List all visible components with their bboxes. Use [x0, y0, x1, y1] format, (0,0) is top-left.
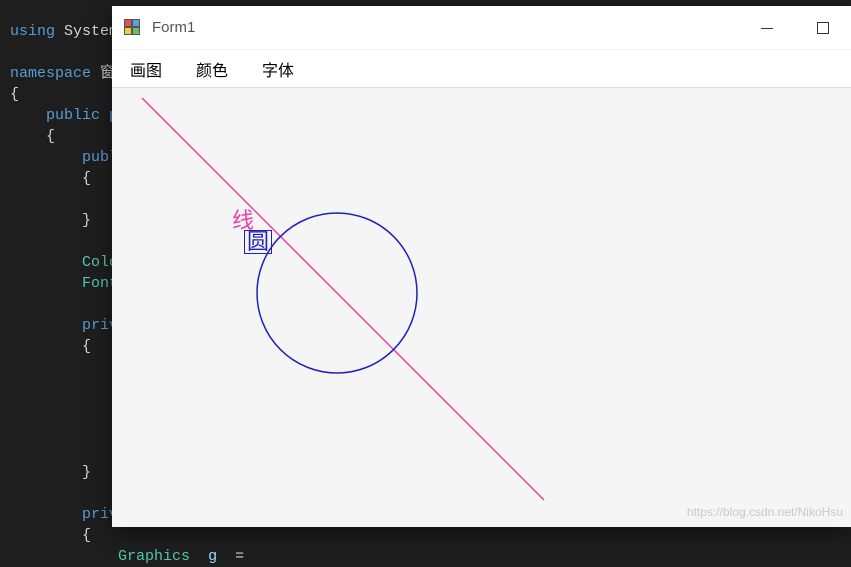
- watermark: https://blog.csdn.net/NikoHsu: [687, 505, 843, 519]
- menu-font[interactable]: 字体: [262, 57, 294, 81]
- canvas[interactable]: 线 圆 https://blog.csdn.net/NikoHsu: [112, 88, 851, 527]
- line-shape: [142, 98, 544, 500]
- window-title: Form1: [152, 19, 195, 36]
- drawing-svg: [112, 88, 851, 527]
- using-keyword: using: [10, 23, 55, 40]
- namespace-keyword: namespace: [10, 65, 91, 82]
- form1-window: Form1 画图 颜色 字体 线 圆 https://blog.csdn.net…: [112, 6, 851, 527]
- window-controls: [739, 6, 851, 50]
- menu-color[interactable]: 颜色: [196, 57, 228, 81]
- titlebar[interactable]: Form1: [112, 6, 851, 50]
- minimize-button[interactable]: [739, 6, 795, 50]
- maximize-button[interactable]: [795, 6, 851, 50]
- menu-draw[interactable]: 画图: [130, 57, 162, 81]
- app-icon: [124, 19, 142, 37]
- label-circle: 圆: [244, 230, 272, 254]
- menu-bar: 画图 颜色 字体: [112, 50, 851, 88]
